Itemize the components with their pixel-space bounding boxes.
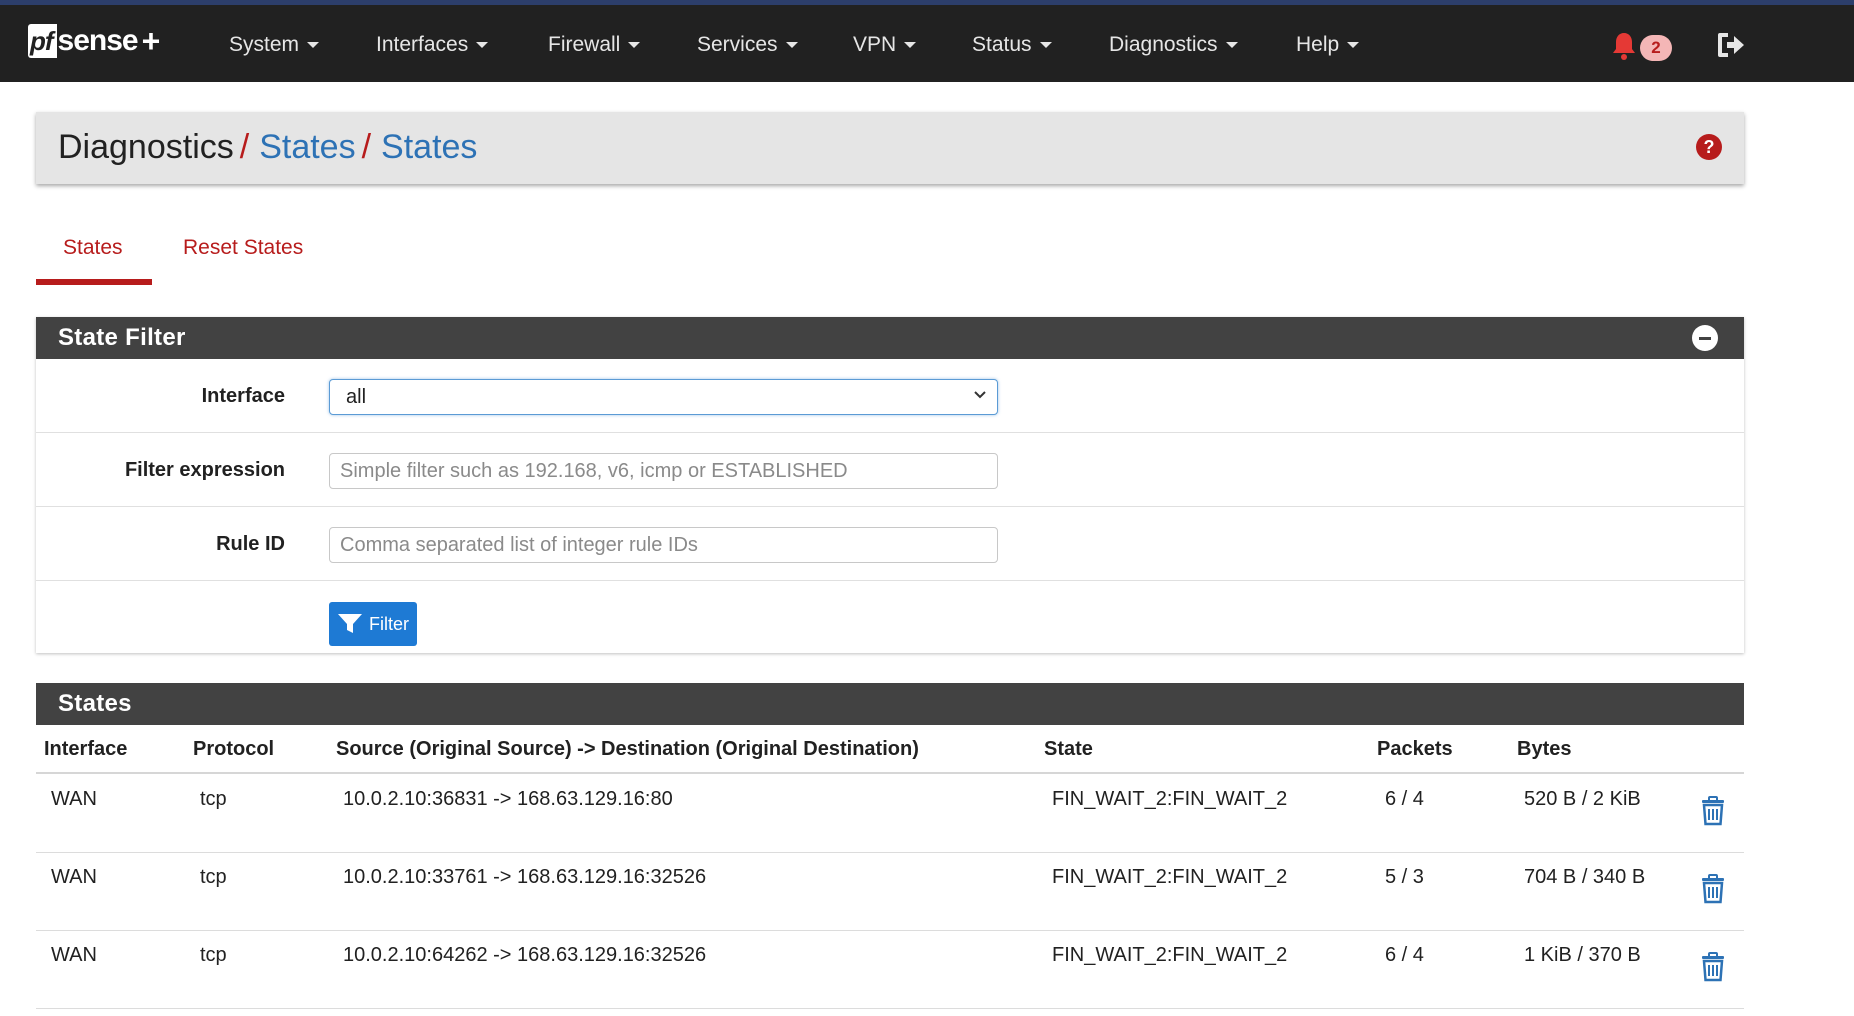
top-navbar: pf sense + System Interfaces Firewall Se…	[0, 0, 1854, 82]
nav-help-label: Help	[1296, 33, 1340, 56]
logo-sense: sense	[57, 24, 139, 57]
minus-circle-icon[interactable]	[1692, 325, 1718, 351]
cell-interface: WAN	[51, 788, 97, 810]
nav-vpn-label: VPN	[853, 33, 897, 56]
interface-row: Interface all	[36, 359, 1744, 433]
cell-state: FIN_WAIT_2:FIN_WAIT_2	[1052, 944, 1288, 966]
states-panel: States Interface Protocol Source (Origin…	[36, 683, 1744, 1016]
cell-state: FIN_WAIT_2:FIN_WAIT_2	[1052, 788, 1288, 810]
state-filter-header: State Filter	[36, 317, 1744, 359]
cell-protocol: tcp	[200, 866, 227, 888]
breadcrumb-states-link[interactable]: States	[259, 128, 355, 166]
interface-select-value: all	[346, 386, 367, 408]
states-header: States	[36, 683, 1744, 725]
state-filter-panel: State Filter Interface all Filter expres…	[36, 317, 1744, 653]
nav-vpn[interactable]: VPN	[853, 33, 917, 57]
breadcrumb-states-current[interactable]: States	[381, 128, 477, 166]
pfsense-logo[interactable]: pf sense +	[28, 21, 160, 61]
logo-pf: pf	[28, 24, 57, 58]
rule-id-label: Rule ID	[216, 533, 285, 555]
column-header-protocol[interactable]: Protocol	[193, 738, 274, 761]
filter-expression-input[interactable]	[329, 453, 998, 489]
cell-interface: WAN	[51, 944, 97, 966]
states-title: States	[58, 690, 132, 717]
nav-help[interactable]: Help	[1296, 33, 1360, 57]
cell-interface: WAN	[51, 866, 97, 888]
caret-down-icon	[628, 42, 641, 48]
cell-source-destination: 10.0.2.10:36831 -> 168.63.129.16:80	[343, 788, 673, 810]
help-icon[interactable]: ?	[1696, 134, 1722, 160]
filter-expression-row: Filter expression	[36, 433, 1744, 507]
cell-source-destination: 10.0.2.10:64262 -> 168.63.129.16:32526	[343, 944, 707, 966]
table-row: WAN tcp 10.0.2.10:36831 -> 168.63.129.16…	[36, 774, 1744, 853]
nav-firewall-label: Firewall	[548, 33, 621, 56]
filter-button-label: Filter	[369, 613, 409, 634]
tab-states[interactable]: States	[63, 236, 123, 260]
interface-select[interactable]: all	[329, 379, 998, 415]
interface-label: Interface	[201, 385, 285, 407]
trash-icon[interactable]	[1700, 796, 1726, 826]
breadcrumb-separator: /	[361, 128, 372, 166]
cell-protocol: tcp	[200, 788, 227, 810]
caret-down-icon	[1347, 42, 1360, 48]
bell-icon[interactable]	[1610, 31, 1638, 61]
filter-button-row: Filter	[36, 581, 1744, 653]
nav-interfaces[interactable]: Interfaces	[376, 33, 489, 57]
caret-down-icon	[476, 42, 489, 48]
active-tab-indicator	[36, 279, 152, 285]
trash-icon[interactable]	[1700, 874, 1726, 904]
nav-system-label: System	[229, 33, 300, 56]
breadcrumb-separator: /	[239, 128, 250, 166]
logo-plus: +	[141, 22, 161, 59]
nav-services[interactable]: Services	[697, 33, 798, 57]
logout-icon[interactable]	[1716, 31, 1746, 59]
rule-id-row: Rule ID	[36, 507, 1744, 581]
cell-packets: 6 / 4	[1385, 944, 1424, 966]
nav-interfaces-label: Interfaces	[376, 33, 469, 56]
nav-status[interactable]: Status	[972, 33, 1052, 57]
cell-protocol: tcp	[200, 944, 227, 966]
cell-bytes: 704 B / 340 B	[1524, 866, 1646, 888]
column-header-bytes[interactable]: Bytes	[1517, 738, 1571, 761]
cell-bytes: 520 B / 2 KiB	[1524, 788, 1641, 810]
cell-packets: 6 / 4	[1385, 788, 1424, 810]
cell-state: FIN_WAIT_2:FIN_WAIT_2	[1052, 866, 1288, 888]
breadcrumb-diagnostics: Diagnostics	[58, 128, 234, 166]
nav-system[interactable]: System	[229, 33, 320, 57]
filter-button[interactable]: Filter	[329, 602, 417, 646]
nav-status-label: Status	[972, 33, 1032, 56]
table-row: WAN tcp 10.0.2.10:64262 -> 168.63.129.16…	[36, 930, 1744, 1009]
caret-down-icon	[307, 42, 320, 48]
notification-badge[interactable]: 2	[1640, 35, 1672, 61]
column-header-interface[interactable]: Interface	[44, 738, 127, 761]
tab-reset-states[interactable]: Reset States	[183, 236, 303, 260]
column-header-source-destination[interactable]: Source (Original Source) -> Destination …	[336, 738, 919, 761]
nav-diagnostics-label: Diagnostics	[1109, 33, 1218, 56]
breadcrumb-bar: Diagnostics / States / States ?	[36, 112, 1744, 184]
filter-expression-label: Filter expression	[124, 459, 285, 481]
cell-packets: 5 / 3	[1385, 866, 1424, 888]
table-row: WAN tcp 10.0.2.10:33761 -> 168.63.129.16…	[36, 852, 1744, 931]
column-header-state[interactable]: State	[1044, 738, 1093, 761]
caret-down-icon	[1039, 42, 1052, 48]
cell-bytes: 1 KiB / 370 B	[1524, 944, 1641, 966]
rule-id-input[interactable]	[329, 527, 998, 563]
column-header-packets[interactable]: Packets	[1377, 738, 1453, 761]
caret-down-icon	[1225, 42, 1238, 48]
filter-icon	[338, 614, 362, 633]
nav-diagnostics[interactable]: Diagnostics	[1109, 33, 1238, 57]
breadcrumb: Diagnostics / States / States	[58, 128, 477, 167]
caret-down-icon	[785, 42, 798, 48]
caret-down-icon	[904, 42, 917, 48]
chevron-down-icon	[974, 391, 986, 399]
trash-icon[interactable]	[1700, 952, 1726, 982]
nav-services-label: Services	[697, 33, 778, 56]
cell-source-destination: 10.0.2.10:33761 -> 168.63.129.16:32526	[343, 866, 707, 888]
state-filter-title: State Filter	[58, 324, 186, 351]
nav-firewall[interactable]: Firewall	[548, 33, 641, 57]
